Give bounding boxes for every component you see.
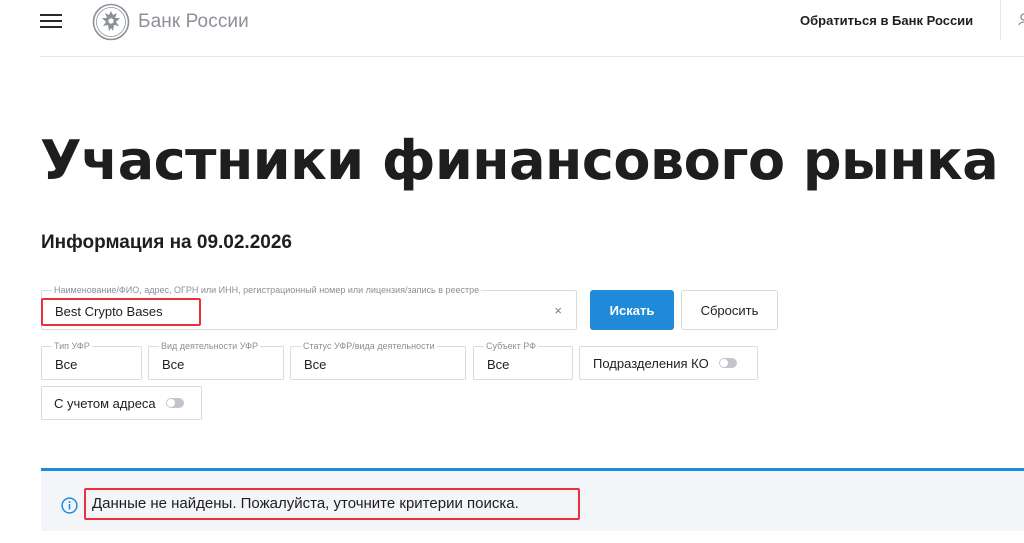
bank-logo[interactable]: Банк России xyxy=(92,3,249,41)
info-date-heading: Информация на 09.02.2026 xyxy=(41,232,292,253)
address-toggle-field[interactable]: С учетом адреса xyxy=(41,386,202,420)
filter-status-select[interactable]: Статус УФР/вида деятельности Все xyxy=(290,341,466,380)
header-divider-line xyxy=(40,56,1024,57)
contact-bank-link[interactable]: Обратиться в Банк России xyxy=(800,13,973,28)
filter-activity-value: Все xyxy=(162,357,185,372)
branches-toggle-label: Подразделения КО xyxy=(593,355,709,371)
search-input[interactable]: Наименование/ФИО, адрес, ОГРН или ИНН, р… xyxy=(41,285,577,330)
filter-activity-label: Вид деятельности УФР xyxy=(159,341,260,352)
page-title: Участники финансового рынка xyxy=(40,129,999,192)
address-toggle-switch[interactable] xyxy=(165,398,184,408)
filter-type-select[interactable]: Тип УФР Все xyxy=(41,341,142,380)
branches-toggle-switch[interactable] xyxy=(718,358,737,368)
filter-region-select[interactable]: Субъект РФ Все xyxy=(473,341,573,380)
bank-emblem-icon xyxy=(92,3,130,41)
no-results-message: Данные не найдены. Пожалуйста, уточните … xyxy=(92,495,519,512)
close-icon[interactable]: × xyxy=(554,304,562,318)
filter-status-value: Все xyxy=(304,357,327,372)
bank-name: Банк России xyxy=(138,11,249,32)
filter-status-label: Статус УФР/вида деятельности xyxy=(301,341,437,352)
hamburger-menu-icon[interactable] xyxy=(40,13,62,29)
filter-type-label: Тип УФР xyxy=(52,341,92,352)
info-circle-icon xyxy=(61,497,78,514)
filter-region-value: Все xyxy=(487,357,510,372)
search-input-label: Наименование/ФИО, адрес, ОГРН или ИНН, р… xyxy=(52,285,482,296)
filter-region-label: Субъект РФ xyxy=(484,341,538,352)
branches-toggle-field[interactable]: Подразделения КО xyxy=(579,346,758,380)
user-icon[interactable] xyxy=(1017,12,1024,26)
filter-activity-select[interactable]: Вид деятельности УФР Все xyxy=(148,341,284,380)
site-header: Банк России Обратиться в Банк России xyxy=(0,0,1024,57)
header-divider xyxy=(1000,0,1001,40)
search-button[interactable]: Искать xyxy=(590,290,674,330)
reset-button[interactable]: Сбросить xyxy=(681,290,778,330)
search-input-value[interactable]: Best Crypto Bases xyxy=(55,304,163,319)
filter-type-value: Все xyxy=(55,357,78,372)
address-toggle-label: С учетом адреса xyxy=(54,395,156,411)
